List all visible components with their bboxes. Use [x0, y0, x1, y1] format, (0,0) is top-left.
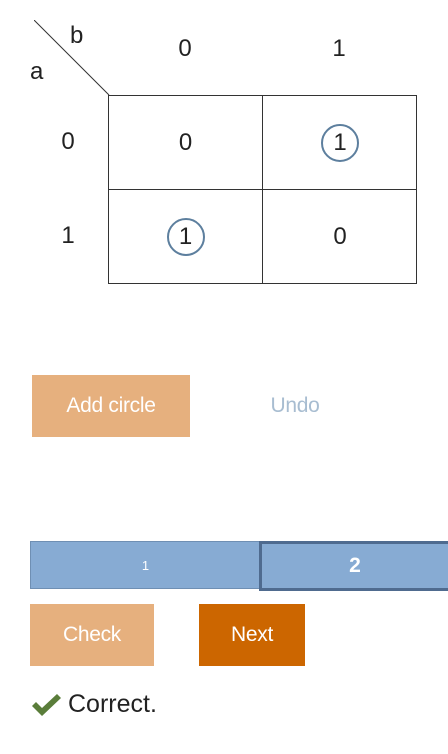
cell-value-circled: 1	[321, 123, 359, 162]
page-tab-2-current[interactable]: 2	[259, 541, 448, 591]
kmap-grid: 0 1 1 0	[108, 95, 417, 284]
check-button[interactable]: Check	[30, 604, 154, 666]
add-circle-button[interactable]: Add circle	[32, 375, 190, 437]
kmap-cell-a1-b1[interactable]: 0	[263, 190, 417, 284]
kmap-cell-a1-b0[interactable]: 1	[109, 190, 263, 284]
row-variable-label: a	[30, 58, 44, 85]
column-header-0: 0	[178, 35, 192, 62]
row-header-0: 0	[61, 128, 75, 155]
kmap-cell-a0-b0[interactable]: 0	[109, 96, 263, 190]
feedback-text: Correct.	[68, 690, 157, 718]
next-button[interactable]: Next	[199, 604, 305, 666]
question-pager: 1 2	[30, 541, 448, 591]
column-variable-label: b	[70, 22, 84, 49]
column-header-1: 1	[332, 35, 346, 62]
undo-button[interactable]: Undo	[230, 375, 360, 437]
page-tab-1[interactable]: 1	[30, 541, 261, 589]
cell-value-circled: 1	[166, 218, 205, 256]
cell-value: 0	[333, 223, 347, 250]
row-header-1: 1	[61, 222, 75, 249]
cell-value: 0	[178, 128, 193, 156]
feedback-message: Correct.	[30, 690, 157, 719]
checkmark-icon	[30, 692, 62, 718]
kmap-cell-a0-b1[interactable]: 1	[263, 96, 417, 190]
